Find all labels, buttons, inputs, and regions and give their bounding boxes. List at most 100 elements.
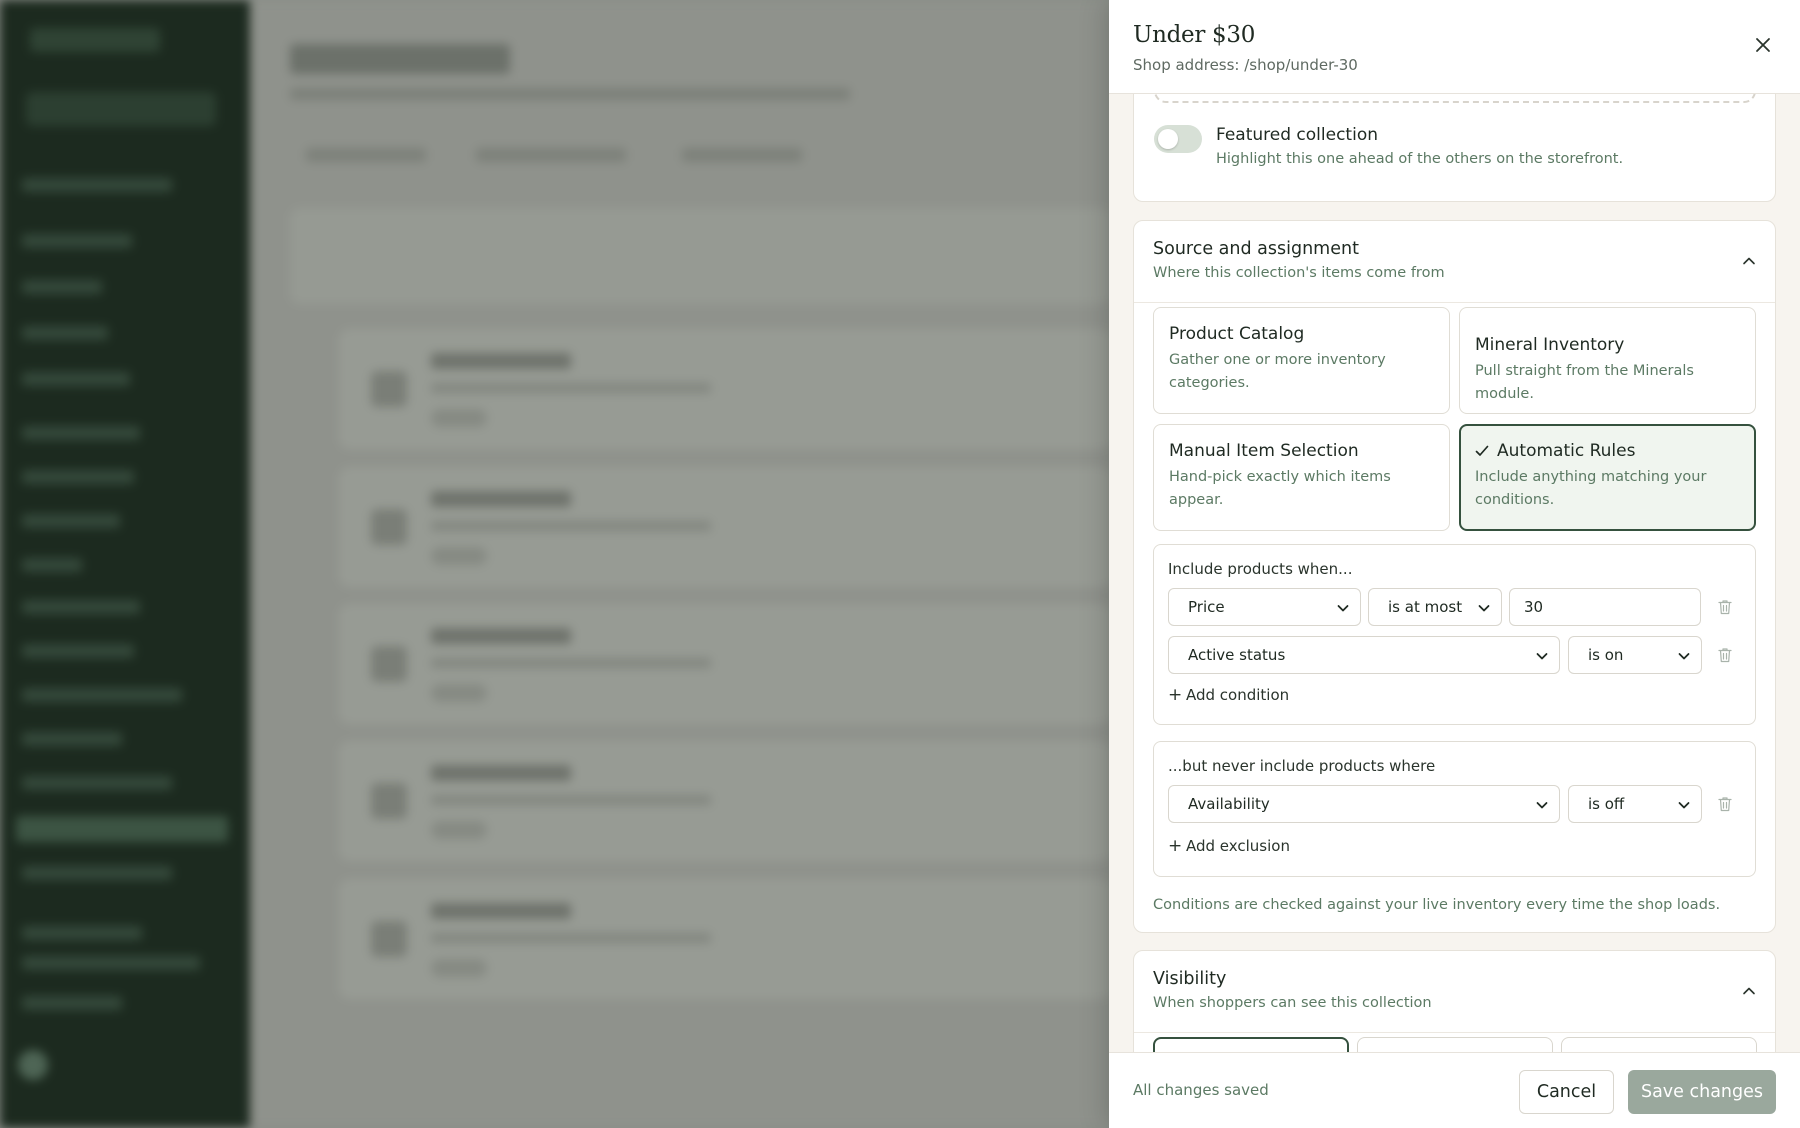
background-nav-row — [22, 732, 122, 746]
drawer-header: Under $30 Shop address: /shop/under-30 — [1109, 0, 1800, 94]
delete-condition-button[interactable] — [1716, 645, 1734, 665]
details-card: Featured collection Highlight this one a… — [1133, 94, 1776, 202]
chevron-down-icon — [1678, 653, 1690, 660]
background-nav-row — [22, 558, 82, 572]
check-icon — [1475, 445, 1489, 456]
select-value: Availability — [1188, 795, 1270, 813]
background-tab — [682, 148, 802, 162]
background-row — [340, 742, 1110, 860]
background-row — [340, 880, 1110, 998]
add-exclusion-label: Add exclusion — [1186, 837, 1290, 855]
background-row — [340, 605, 1110, 723]
visibility-option[interactable] — [1357, 1037, 1553, 1052]
background-nav-row — [22, 600, 140, 614]
visibility-option[interactable] — [1153, 1037, 1349, 1052]
select-value: is on — [1588, 646, 1624, 664]
conditions-note: Conditions are checked against your live… — [1153, 897, 1721, 913]
background-shop-switcher — [26, 92, 216, 126]
exclusion-operator-select[interactable]: is off — [1568, 785, 1702, 823]
option-title: Manual Item Selection — [1169, 441, 1359, 461]
background-tab — [476, 148, 626, 162]
background-nav-row — [22, 372, 130, 386]
background-nav-row — [22, 956, 200, 970]
featured-label: Featured collection — [1216, 125, 1378, 145]
option-title: Mineral Inventory — [1475, 335, 1625, 355]
background-avatar — [18, 1050, 48, 1080]
toggle-knob — [1158, 129, 1178, 149]
source-title: Source and assignment — [1153, 239, 1359, 259]
background-sidebar — [0, 0, 250, 1128]
drawer-body[interactable]: Featured collection Highlight this one a… — [1109, 94, 1800, 1052]
chevron-down-icon — [1337, 605, 1349, 612]
trash-icon — [1718, 648, 1732, 663]
background-row — [340, 468, 1110, 586]
background-nav-row — [22, 326, 108, 340]
source-option-automatic-rules[interactable]: Automatic Rules Include anything matchin… — [1459, 424, 1756, 531]
option-title: Automatic Rules — [1497, 441, 1636, 461]
select-value: Price — [1188, 598, 1225, 616]
trash-icon — [1718, 797, 1732, 812]
select-value: is at most — [1388, 598, 1463, 616]
condition-field-select[interactable]: Price — [1168, 588, 1361, 626]
background-row — [340, 330, 1110, 448]
include-label: Include products when... — [1168, 560, 1353, 578]
source-subtitle: Where this collection's items come from — [1153, 265, 1445, 281]
chevron-down-icon — [1678, 802, 1690, 809]
background-nav-row — [22, 426, 140, 440]
visibility-section-header[interactable]: Visibility When shoppers can see this co… — [1134, 951, 1775, 1033]
save-changes-button[interactable]: Save changes — [1628, 1070, 1776, 1114]
background-nav-row — [22, 470, 134, 484]
add-exclusion-button[interactable]: + Add exclusion — [1168, 836, 1290, 856]
close-button[interactable] — [1748, 30, 1778, 60]
visibility-title: Visibility — [1153, 969, 1227, 989]
add-condition-button[interactable]: + Add condition — [1168, 685, 1289, 705]
select-value: Active status — [1188, 646, 1286, 664]
exclusion-field-select[interactable]: Availability — [1168, 785, 1560, 823]
delete-condition-button[interactable] — [1716, 597, 1734, 617]
condition-value-input[interactable] — [1509, 588, 1701, 626]
include-rules-box: Include products when... Price is at mos… — [1153, 544, 1756, 725]
condition-operator-select[interactable]: is at most — [1368, 588, 1502, 626]
background-main — [250, 0, 1110, 1128]
source-option-product-catalog[interactable]: Product Catalog Gather one or more inven… — [1153, 307, 1450, 414]
close-icon — [1756, 38, 1770, 52]
option-desc: Hand-pick exactly which items appear. — [1169, 469, 1391, 508]
plus-icon: + — [1168, 685, 1183, 705]
background-nav-row — [22, 776, 172, 790]
delete-exclusion-button[interactable] — [1716, 794, 1734, 814]
background-nav-row-active — [16, 816, 228, 842]
background-page-title — [290, 44, 510, 74]
option-desc: Include anything matching your condition… — [1475, 469, 1707, 508]
drawer-subtitle: Shop address: /shop/under-30 — [1133, 56, 1358, 74]
visibility-card: Visibility When shoppers can see this co… — [1133, 950, 1776, 1052]
background-nav-row — [22, 926, 142, 940]
source-option-manual-selection[interactable]: Manual Item Selection Hand-pick exactly … — [1153, 424, 1450, 531]
background-nav-row — [22, 644, 134, 658]
option-title-row: Automatic Rules — [1475, 441, 1635, 461]
exclude-rules-box: ...but never include products where Avai… — [1153, 741, 1756, 877]
background-nav-row — [22, 178, 172, 192]
background-nav-row — [22, 688, 182, 702]
featured-toggle[interactable] — [1154, 125, 1202, 153]
image-dropzone[interactable] — [1154, 94, 1756, 103]
condition-field-select[interactable]: Active status — [1168, 636, 1560, 674]
drawer-footer: All changes saved Cancel Save changes — [1109, 1052, 1800, 1128]
background-nav-row — [22, 866, 172, 880]
featured-help: Highlight this one ahead of the others o… — [1216, 151, 1624, 167]
background-logo — [30, 28, 160, 52]
source-option-mineral-inventory[interactable]: Mineral Inventory Pull straight from the… — [1459, 307, 1756, 414]
chevron-down-icon — [1536, 802, 1548, 809]
background-app — [0, 0, 1110, 1128]
source-section-header[interactable]: Source and assignment Where this collect… — [1134, 221, 1775, 303]
background-stats-panel — [290, 208, 1110, 304]
background-nav-row — [22, 234, 132, 248]
visibility-option[interactable] — [1561, 1037, 1757, 1052]
condition-operator-select[interactable]: is on — [1568, 636, 1702, 674]
exclude-label: ...but never include products where — [1168, 757, 1436, 775]
cancel-button[interactable]: Cancel — [1519, 1070, 1614, 1114]
select-value: is off — [1588, 795, 1625, 813]
chevron-down-icon — [1536, 653, 1548, 660]
save-status: All changes saved — [1133, 1081, 1269, 1099]
option-title: Product Catalog — [1169, 324, 1305, 344]
trash-icon — [1718, 600, 1732, 615]
